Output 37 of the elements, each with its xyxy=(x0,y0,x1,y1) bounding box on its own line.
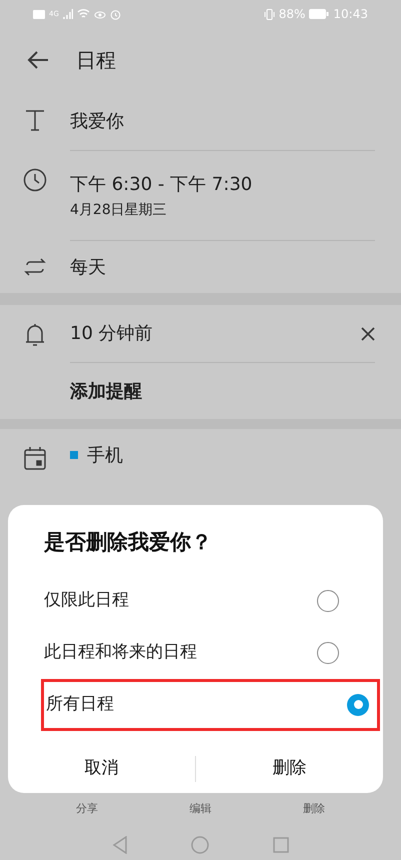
clock-icon xyxy=(23,168,47,192)
option-row[interactable]: 此日程和将来的日程 xyxy=(41,626,350,679)
wifi-icon xyxy=(76,9,90,19)
alarm-icon xyxy=(110,8,121,20)
signal-icon xyxy=(62,9,73,19)
option-row[interactable]: 仅限此日程 xyxy=(41,574,350,627)
option-label: 仅限此日程 xyxy=(44,588,129,612)
option-label: 所有日程 xyxy=(46,693,114,716)
battery-icon xyxy=(309,9,330,19)
text-icon xyxy=(24,109,46,131)
calendar-name: 手机 xyxy=(87,444,123,468)
close-button[interactable] xyxy=(361,326,375,340)
bell-icon xyxy=(24,322,46,348)
cancel-button[interactable]: 取消 xyxy=(8,744,195,793)
eye-icon xyxy=(94,10,106,18)
toolbar-button[interactable]: 编辑 xyxy=(189,798,212,818)
repeat-icon xyxy=(23,258,47,276)
event-time: 下午 6:30 - 下午 7:30 xyxy=(70,172,254,196)
radio-button[interactable] xyxy=(317,642,339,664)
toolbar-button[interactable]: 分享 xyxy=(76,798,98,818)
page-title: 日程 xyxy=(76,47,116,74)
hd-icon xyxy=(33,10,45,18)
back-arrow-icon xyxy=(26,50,50,70)
radio-button[interactable] xyxy=(347,694,369,716)
option-label: 此日程和将来的日程 xyxy=(44,640,197,664)
add-reminder-button[interactable]: 添加提醒 xyxy=(70,378,142,404)
reminder-time: 10 分钟前 xyxy=(70,322,153,346)
vibrate-icon xyxy=(264,8,275,20)
calendar-icon xyxy=(23,446,47,470)
event-title: 我爱你 xyxy=(70,110,124,134)
radio-button[interactable] xyxy=(317,590,339,612)
event-date: 4月28日星期三 xyxy=(70,200,168,220)
dialog-title: 是否删除我爱你？ xyxy=(44,530,212,554)
toolbar-button[interactable]: 删除 xyxy=(303,798,326,818)
repeat-value: 每天 xyxy=(70,256,106,280)
option-row[interactable]: 所有日程 xyxy=(41,678,380,731)
delete-button[interactable]: 删除 xyxy=(196,744,383,793)
